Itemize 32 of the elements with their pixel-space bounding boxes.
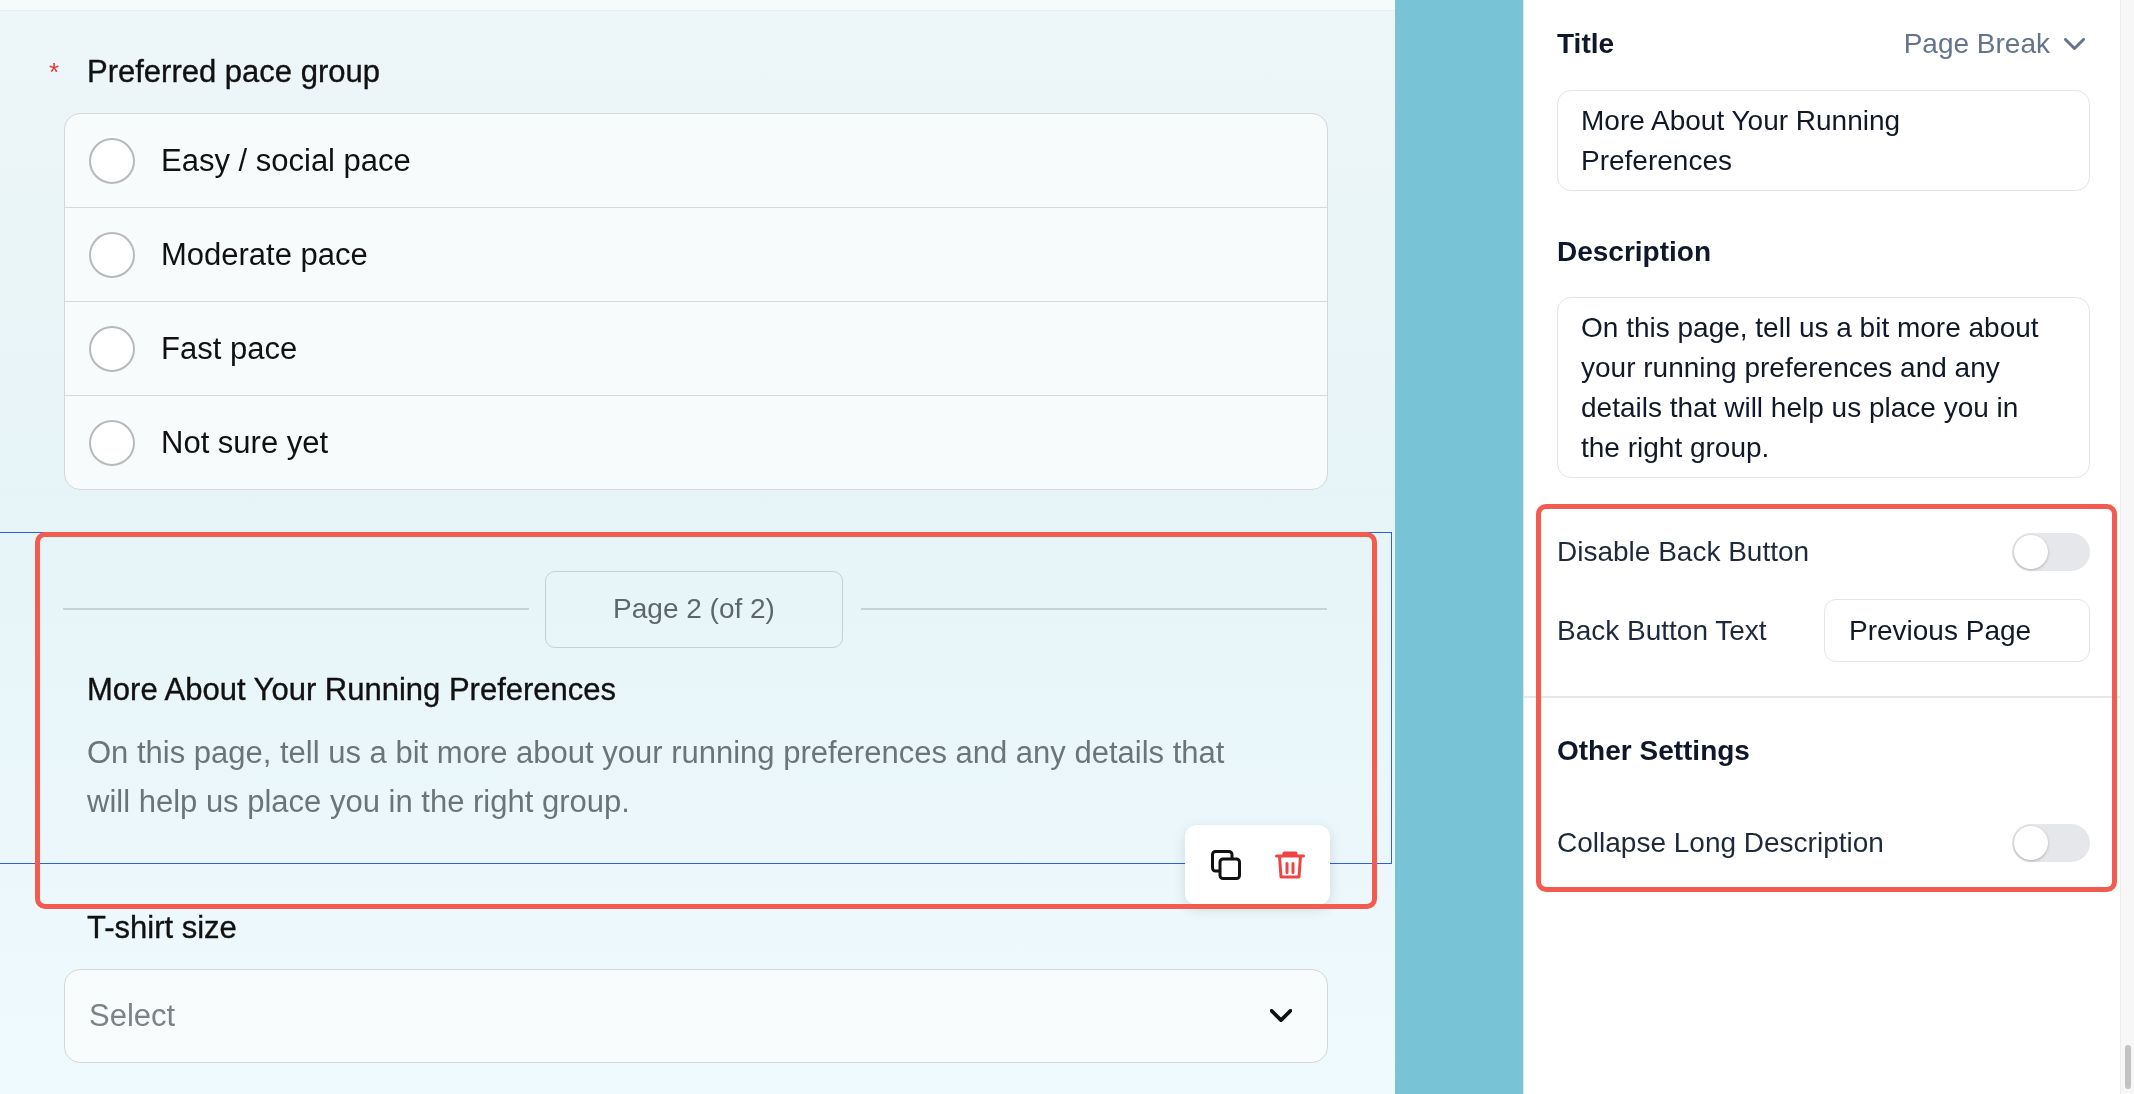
chevron-down-icon xyxy=(1270,1009,1292,1022)
question-label: Preferred pace group xyxy=(87,53,380,91)
section-heading: Other Settings xyxy=(1557,733,1750,768)
radio-button[interactable] xyxy=(89,325,135,372)
radio-button[interactable] xyxy=(89,231,135,278)
title-input[interactable]: More About Your Running Preferences xyxy=(1557,90,2090,191)
radio-button[interactable] xyxy=(89,419,135,466)
option-label[interactable]: Moderate pace xyxy=(161,234,368,275)
chevron-down-icon xyxy=(2064,38,2085,50)
toggle-switch[interactable] xyxy=(2012,533,2090,571)
setting-label: Collapse Long Description xyxy=(1557,825,1884,860)
trash-icon[interactable] xyxy=(1274,850,1305,880)
copy-icon[interactable] xyxy=(1210,850,1241,880)
page-title: More About Your Running Preferences xyxy=(87,670,617,709)
question-label: T-shirt size xyxy=(87,908,237,947)
element-type-dropdown[interactable]: Page Break xyxy=(1903,24,2090,64)
option-label[interactable]: Easy / social pace xyxy=(161,140,411,181)
option-label[interactable]: Not sure yet xyxy=(161,422,329,463)
radio-button[interactable] xyxy=(89,137,135,184)
select-field[interactable]: Select xyxy=(64,968,1328,1063)
setting-label: Disable Back Button xyxy=(1557,535,1810,569)
text-input[interactable]: Previous Page xyxy=(1824,599,2090,662)
required-mark: * xyxy=(49,56,61,89)
description-label: Description xyxy=(1557,235,1712,269)
page-description: On this page, tell us a bit more about your running preferences and any details that will help us place you in the right group. xyxy=(87,733,1226,821)
scrollbar-thumb[interactable] xyxy=(2124,1045,2131,1089)
option-label[interactable]: Fast pace xyxy=(161,328,298,369)
toggle-switch[interactable] xyxy=(2012,823,2090,862)
title-label: Title xyxy=(1557,27,1615,61)
description-textarea[interactable]: On this page, tell us a bit more about your running preferences and any details that will help us place you in the right group. xyxy=(1557,297,2090,478)
page-indicator: Page 2 (of 2) xyxy=(545,570,843,648)
setting-label: Back Button Text xyxy=(1557,613,1767,648)
